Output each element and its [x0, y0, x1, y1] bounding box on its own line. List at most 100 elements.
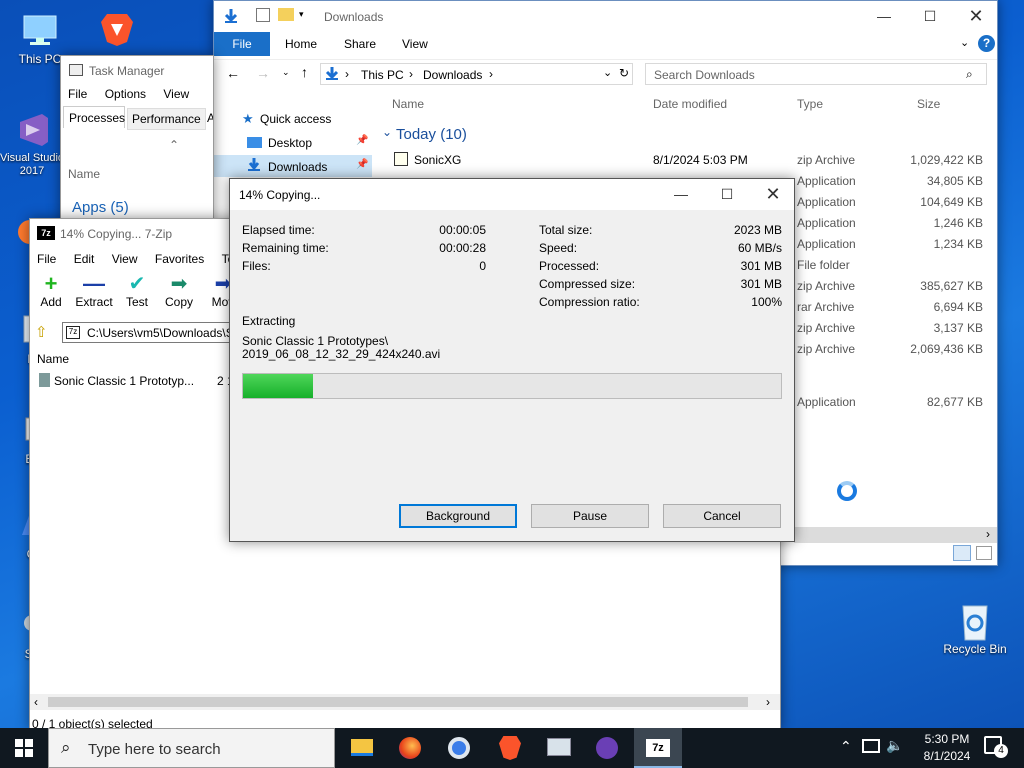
address-dropdown-icon[interactable]: ⌄: [603, 66, 612, 79]
column-header-name[interactable]: Name: [68, 167, 100, 181]
star-icon: ★: [242, 111, 254, 126]
ribbon-expand-icon[interactable]: ⌄: [960, 36, 969, 49]
brave-taskbar-icon[interactable]: [499, 736, 521, 760]
column-header-name[interactable]: Name: [37, 352, 69, 366]
horizontal-scrollbar[interactable]: ›: [794, 527, 997, 543]
help-icon[interactable]: ?: [978, 35, 995, 52]
details-view-icon[interactable]: [953, 545, 971, 561]
tab-share[interactable]: Share: [344, 37, 376, 51]
toolbar-test-button[interactable]: ✔ Test: [120, 273, 154, 309]
minimize-button[interactable]: —: [658, 179, 704, 209]
current-file-name: 2019_06_08_12_32_29_424x240.avi: [242, 347, 441, 361]
taskbar: ⌕ Type here to search 7z ⌃ 🔈 5:30 PM 8/1…: [0, 728, 1024, 768]
scroll-right-icon[interactable]: ›: [986, 527, 990, 541]
column-header-name[interactable]: Name: [392, 97, 424, 111]
zip-path-text[interactable]: C:\Users\vm5\Downloads\S: [87, 326, 234, 340]
zip-horizontal-scrollbar[interactable]: ‹ ›: [30, 694, 780, 710]
menu-favorites[interactable]: Favorites: [155, 252, 204, 266]
visual-studio-taskbar-icon[interactable]: [596, 737, 618, 759]
maximize-button[interactable]: ☐: [907, 1, 953, 31]
clock-date[interactable]: 8/1/2024: [917, 749, 977, 763]
column-header-size[interactable]: Size: [917, 97, 940, 111]
tab-performance[interactable]: Performance: [127, 108, 206, 130]
tab-home[interactable]: Home: [285, 37, 317, 51]
taskbar-search-input[interactable]: Type here to search: [88, 741, 221, 758]
visual-studio-icon: [12, 110, 52, 150]
start-button[interactable]: [0, 728, 48, 768]
recent-dropdown-icon[interactable]: ⌄: [282, 67, 290, 78]
scroll-left-icon[interactable]: ‹: [34, 695, 38, 709]
file-explorer-taskbar-icon[interactable]: [351, 739, 373, 756]
remote-desktop-taskbar-icon[interactable]: [547, 738, 571, 756]
firefox-taskbar-icon[interactable]: [399, 737, 421, 759]
nav-label: Desktop: [268, 136, 313, 150]
apps-group-label[interactable]: Apps (5): [72, 199, 129, 216]
search-icon: ⌕: [61, 738, 71, 757]
breadcrumb-item[interactable]: Downloads: [423, 68, 482, 82]
seven-zip-taskbar-button[interactable]: 7z: [634, 728, 682, 768]
menu-view[interactable]: View: [112, 252, 138, 266]
toolbar-copy-button[interactable]: ➡ Copy: [162, 273, 196, 309]
task-manager-icon: [69, 64, 83, 76]
group-chevron-icon[interactable]: ⌄: [382, 125, 392, 139]
menu-file[interactable]: File: [68, 87, 87, 101]
tab-file[interactable]: File: [214, 32, 270, 56]
background-button[interactable]: Background: [399, 504, 517, 528]
desktop-icon-brave[interactable]: [85, 8, 149, 50]
scroll-thumb[interactable]: [48, 697, 748, 707]
search-input[interactable]: Search Downloads: [654, 68, 755, 82]
task-manager-menu: File Options View: [68, 87, 203, 101]
column-header-type[interactable]: Type: [797, 97, 823, 111]
loading-spinner-icon: [837, 481, 857, 501]
forward-arrow-icon[interactable]: →: [256, 65, 270, 81]
search-icon[interactable]: ⌕: [966, 67, 973, 82]
tab-processes[interactable]: Processes: [63, 106, 125, 128]
stat-label: Files:: [242, 259, 271, 273]
close-button[interactable]: ✕: [750, 179, 794, 209]
tab-view[interactable]: View: [402, 37, 428, 51]
qat-dropdown-icon[interactable]: ▾: [299, 9, 304, 20]
notifications-button[interactable]: 4: [984, 736, 1008, 758]
close-button[interactable]: ✕: [953, 1, 997, 31]
menu-view[interactable]: View: [163, 87, 189, 101]
back-arrow-icon[interactable]: ←: [226, 65, 240, 81]
tab-app-history[interactable]: A: [207, 111, 213, 125]
taskbar-search-box[interactable]: ⌕ Type here to search: [48, 728, 335, 768]
pause-button[interactable]: Pause: [531, 504, 649, 528]
checkbox-qat-icon[interactable]: [256, 8, 270, 22]
nav-quick-access[interactable]: ★ Quick access: [214, 109, 372, 129]
breadcrumb-item[interactable]: This PC: [361, 68, 404, 82]
menu-options[interactable]: Options: [105, 87, 146, 101]
breadcrumb[interactable]: › This PC › Downloads › ⌄ ↻: [320, 63, 633, 85]
file-row[interactable]: SonicXG 8/1/2024 5:03 PM zip Archive 1,029,…: [376, 150, 983, 171]
menu-file[interactable]: File: [37, 252, 56, 266]
cancel-button[interactable]: Cancel: [663, 504, 781, 528]
refresh-icon[interactable]: ↻: [619, 66, 629, 80]
folder-icon[interactable]: [278, 8, 294, 21]
nav-desktop[interactable]: Desktop 📌: [214, 133, 372, 153]
search-box[interactable]: Search Downloads ⌕: [645, 63, 987, 85]
nav-downloads[interactable]: Downloads 📌: [214, 155, 372, 177]
clock-time[interactable]: 5:30 PM: [917, 732, 977, 746]
zip-path-input[interactable]: 7z C:\Users\vm5\Downloads\S: [62, 322, 234, 343]
desktop-icon-recycle-bin[interactable]: Recycle Bin: [940, 600, 1010, 656]
windows-logo-icon: [15, 739, 33, 757]
minimize-button[interactable]: —: [861, 1, 907, 31]
tiles-view-icon[interactable]: [976, 546, 992, 560]
desktop-icon-visual-studio[interactable]: Visual Studio 2017: [0, 110, 64, 178]
toolbar-add-button[interactable]: + Add: [34, 273, 68, 310]
zip-file-row[interactable]: Sonic Classic 1 Prototyp... 2 1: [30, 371, 234, 391]
menu-edit[interactable]: Edit: [74, 252, 95, 266]
chrome-taskbar-icon[interactable]: [448, 737, 470, 759]
up-arrow-icon[interactable]: ↑: [301, 64, 308, 80]
volume-muted-icon[interactable]: 🔈: [886, 737, 903, 754]
toolbar-extract-button[interactable]: — Extract: [72, 273, 116, 310]
scroll-right-icon[interactable]: ›: [766, 695, 770, 709]
group-header[interactable]: Today (10): [396, 126, 467, 143]
show-hidden-icons-icon[interactable]: ⌃: [840, 738, 852, 755]
network-icon[interactable]: [862, 739, 880, 753]
recycle-bin-icon: [955, 600, 995, 641]
folder-up-icon[interactable]: ⇧: [35, 323, 48, 341]
maximize-button[interactable]: ☐: [704, 179, 750, 209]
column-header-date[interactable]: Date modified: [653, 97, 727, 111]
